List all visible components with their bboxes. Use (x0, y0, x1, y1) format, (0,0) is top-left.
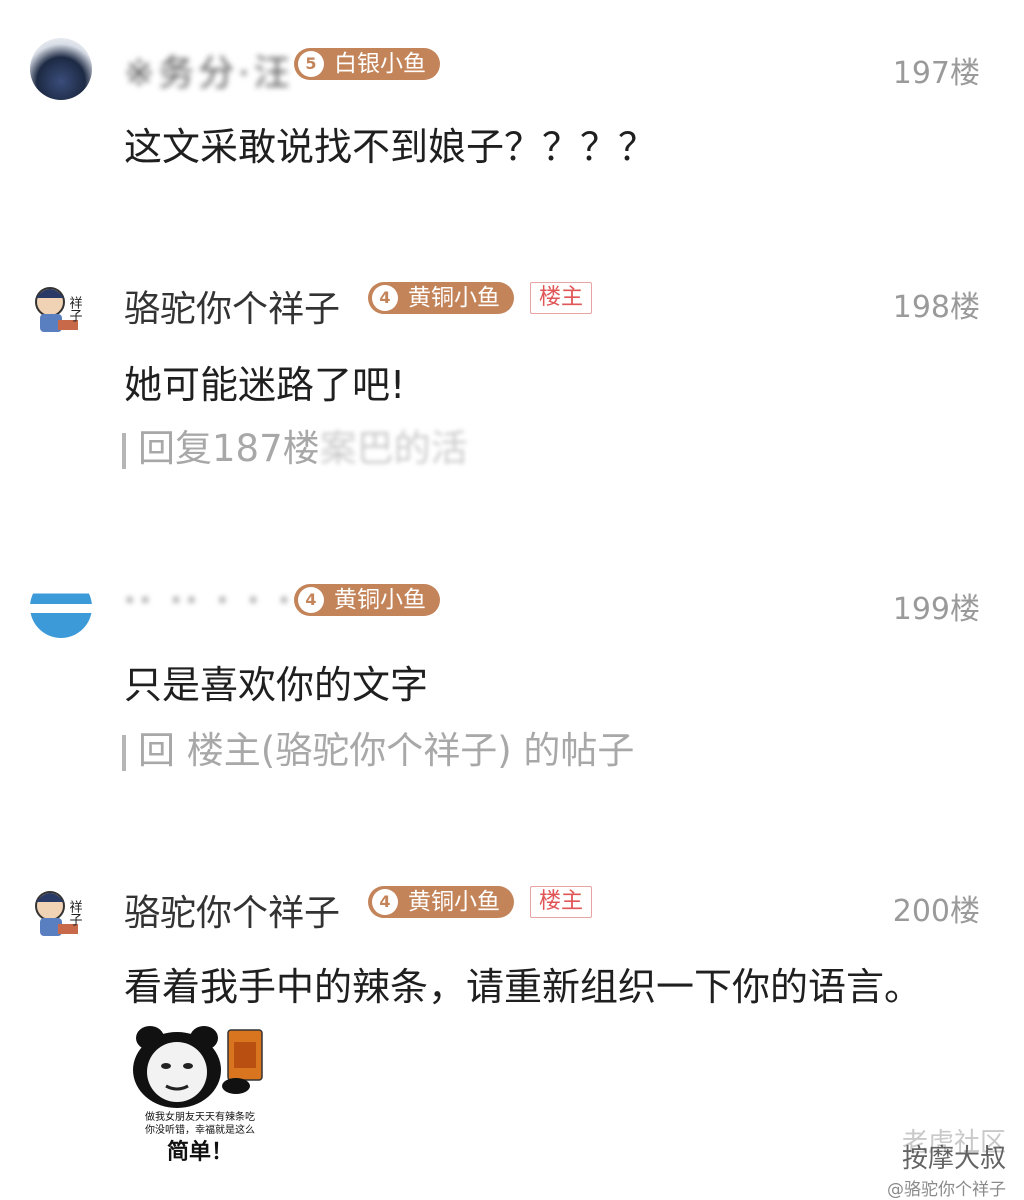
cartoon-avatar-icon: 祥子 (35, 891, 83, 936)
fish-level-icon: 4 (298, 587, 324, 613)
level-badge: 4 黄铜小鱼 (368, 282, 514, 314)
avatar[interactable]: 祥子 (30, 880, 92, 942)
watermark-line3: @骆驼你个祥子 (887, 1180, 1006, 1200)
watermark-line2: 按摩大叔 (901, 1144, 1006, 1174)
reply-reference[interactable]: 回 楼主(骆驼你个祥子) 的帖子 (122, 720, 634, 774)
username[interactable]: 骆驼你个祥子 (124, 280, 340, 332)
level-badge: 4 黄铜小鱼 (368, 886, 514, 918)
meme-image[interactable]: 做我女朋友天天有辣条吃 你没听错，幸福就是这么 简单！ (120, 1024, 280, 1165)
level-badge: 4 黄铜小鱼 (294, 584, 440, 616)
watermark-author: 按摩大叔 @骆驼你个祥子 (786, 1138, 1006, 1200)
badge-label: 黄铜小鱼 (408, 889, 500, 915)
floor-number: 200楼 (892, 894, 980, 929)
post-content: 这文采敢说找不到娘子？？？？ (124, 125, 657, 169)
reply-bar (122, 734, 126, 771)
reply-reference[interactable]: 回复187楼案巴的活 (122, 418, 468, 472)
fish-level-icon: 4 (372, 285, 398, 311)
op-tag: 楼主 (530, 282, 593, 314)
post-content: 她可能迷路了吧! (124, 363, 406, 407)
reply-text: 回 楼主(骆驼你个祥子) 的帖子 (138, 729, 635, 772)
reply-bar (122, 432, 126, 469)
floor-number: 198楼 (892, 290, 980, 325)
post-content: 看着我手中的辣条，请重新组织一下你的语言。 (124, 965, 923, 1009)
floor-number: 197楼 (892, 56, 980, 91)
avatar[interactable] (30, 576, 92, 638)
floor-number: 199楼 (892, 592, 980, 627)
username[interactable]: 骆驼你个祥子 (124, 884, 340, 936)
reply-prefix: 回复187楼 (138, 427, 320, 470)
fish-level-icon: 4 (372, 889, 398, 915)
meme-caption-line3: 简单！ (166, 1140, 233, 1165)
username[interactable]: ※务分·汪 (124, 44, 294, 96)
avatar-text: 祥子 (67, 296, 83, 322)
badge-label: 白银小鱼 (334, 51, 426, 77)
post-content: 只是喜欢你的文字 (124, 663, 429, 707)
panda-meme-icon (133, 1026, 263, 1108)
badge-label: 黄铜小鱼 (408, 285, 500, 311)
op-tag: 楼主 (530, 886, 593, 918)
avatar[interactable]: 祥子 (30, 276, 92, 338)
avatar-text: 祥子 (67, 900, 83, 926)
avatar[interactable] (30, 38, 92, 100)
reply-suffix: 案巴的活 (319, 427, 468, 470)
fish-level-icon: 5 (298, 51, 324, 77)
level-badge: 5 白银小鱼 (294, 48, 440, 80)
cartoon-avatar-icon: 祥子 (35, 287, 83, 332)
badge-label: 黄铜小鱼 (334, 587, 426, 613)
